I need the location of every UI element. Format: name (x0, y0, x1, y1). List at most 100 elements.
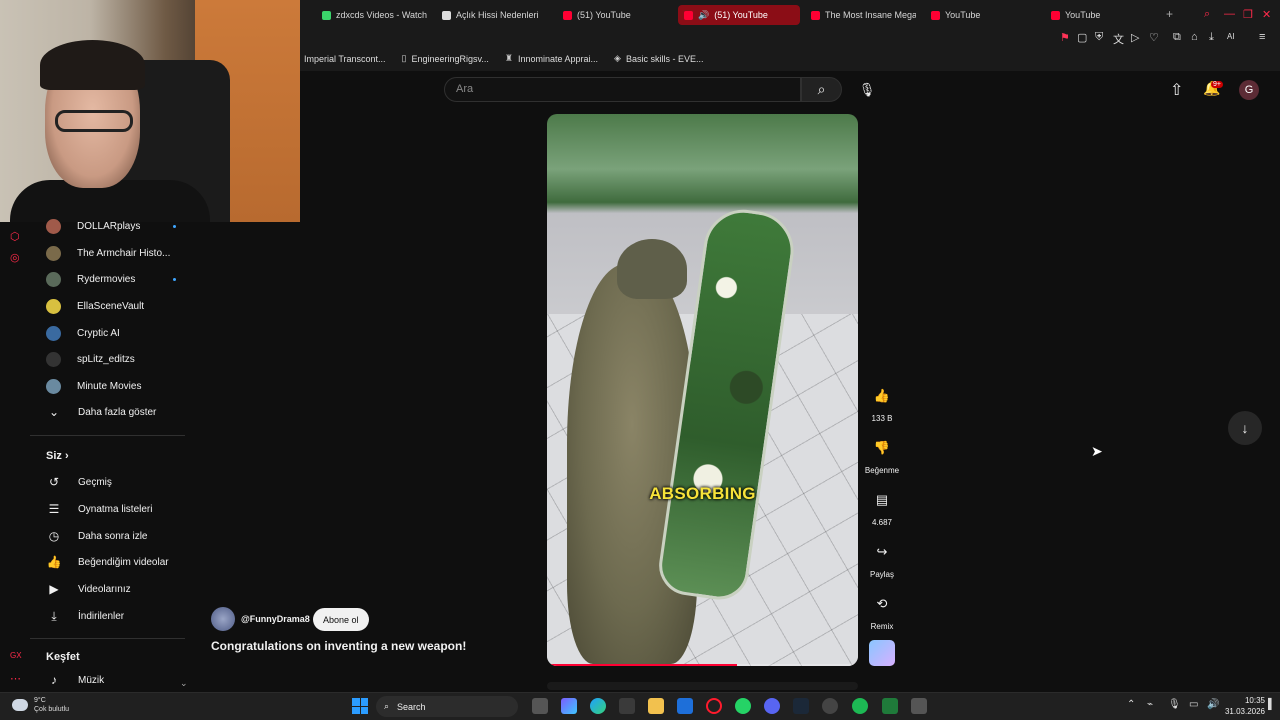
network-icon[interactable]: ⌁ (1147, 699, 1153, 710)
shorts-icon[interactable]: ⬡ (10, 230, 20, 243)
new-tab-icon[interactable]: + (1166, 7, 1173, 21)
tab-youtube-1[interactable]: (51) YouTube (563, 5, 663, 25)
sidebar-item-watch-later[interactable]: ◷ Daha sonra izle (46, 526, 176, 546)
remix-action[interactable]: ⟲ Remix (866, 589, 898, 631)
sidebar-item-label: Geçmiş (78, 476, 112, 488)
sidebar-item-subscription[interactable]: DOLLARplays (46, 216, 176, 236)
tab-youtube-2[interactable]: YouTube (931, 5, 1011, 25)
comments-action[interactable]: ▤ 4.687 (866, 485, 898, 527)
clock-date: 31.03.2026 (1224, 707, 1265, 716)
spotify-icon[interactable] (852, 698, 868, 714)
aria-ai-button[interactable]: AI (1227, 32, 1235, 41)
minimize-icon[interactable]: — (1224, 8, 1235, 20)
tab-youtube-3[interactable]: YouTube (1051, 5, 1131, 25)
store-icon[interactable] (619, 698, 635, 714)
close-icon[interactable]: ✕ (1262, 8, 1271, 21)
taskbar-search[interactable]: ⌕ Search (376, 696, 518, 717)
microphone-icon: 🎙 (858, 81, 876, 97)
sidebar-item-label: İndirilenler (78, 610, 125, 622)
search-tabs-icon[interactable]: ⌕ (1204, 8, 1210, 21)
upload-icon[interactable]: ⇧ (1170, 80, 1183, 100)
play-icon[interactable]: ▷ (1131, 31, 1139, 44)
bookmark-item[interactable]: ◈ Basic skills - EVE... (614, 53, 703, 64)
steam-icon[interactable] (793, 698, 809, 714)
sound-thumbnail[interactable] (869, 640, 895, 666)
subscribe-button[interactable]: Abone ol (313, 608, 369, 631)
remix-icon[interactable]: ⟲ (867, 589, 897, 619)
screenshot-icon[interactable]: ▢ (1077, 31, 1087, 44)
account-avatar[interactable]: G (1239, 80, 1259, 100)
sidebar-item-subscription[interactable]: The Armchair Histo... (46, 243, 176, 263)
more-icon[interactable]: ⋯ (10, 672, 21, 685)
voice-search-button[interactable]: 🎙 (853, 77, 881, 102)
heart-icon[interactable]: ♡ (1149, 31, 1159, 44)
like-action[interactable]: 👍 133 B (866, 381, 898, 423)
notifications-icon[interactable]: ▌ (1268, 699, 1275, 710)
opera-gx-icon[interactable] (706, 698, 722, 714)
sidebar-item-subscription[interactable]: Cryptic AI (46, 323, 176, 343)
tab-zdxcds[interactable]: zdxcds Videos - Watch (322, 5, 432, 25)
edge-icon[interactable] (590, 698, 606, 714)
sidebar-item-subscription[interactable]: Rydermovies (46, 269, 176, 289)
thumbs-up-icon[interactable]: 👍 (867, 381, 897, 411)
sidebar-item-music[interactable]: ♪ Müzik (46, 670, 176, 690)
outlook-icon[interactable] (677, 698, 693, 714)
show-more-button[interactable]: ⌄ Daha fazla göster (46, 402, 176, 422)
next-video-button[interactable]: ↓ (1228, 411, 1262, 445)
wallet-icon[interactable]: ⌂ (1191, 31, 1198, 43)
scroll-down-icon[interactable]: ⌄ (180, 678, 188, 689)
sidebar-item-liked-videos[interactable]: 👍 Beğendiğim videolar (46, 552, 176, 572)
translate-icon[interactable]: 文 (1113, 31, 1124, 47)
sidebar-item-subscription[interactable]: spLitz_editzs (46, 349, 176, 369)
dislike-action[interactable]: 👎 Beğenme (865, 433, 899, 475)
share-icon[interactable]: ↪ (867, 537, 897, 567)
bookmark-item[interactable]: Imperial Transcont... (304, 54, 386, 64)
display-icon[interactable]: ▭ (1189, 699, 1198, 710)
channel-avatar[interactable] (211, 607, 235, 631)
thumbs-down-icon[interactable]: 👎 (867, 433, 897, 463)
microphone-icon[interactable]: 🎙 (1168, 699, 1181, 710)
weather-widget[interactable]: 9°C Çok bulutlu (12, 696, 69, 714)
subscriptions-icon[interactable]: ◎ (10, 251, 20, 264)
bookmark-item[interactable]: ♜ Innominate Apprai... (505, 53, 598, 64)
tab-aclik[interactable]: Açlık Hissi Nedenleri (442, 5, 552, 25)
search-button[interactable]: ⌕ (801, 77, 842, 102)
menu-icon[interactable]: ≡ (1259, 31, 1265, 43)
comment-icon[interactable]: ▤ (867, 485, 897, 515)
video-title[interactable]: Congratulations on inventing a new weapo… (211, 639, 466, 653)
task-view-icon[interactable] (532, 698, 548, 714)
whatsapp-icon[interactable] (735, 698, 751, 714)
sidebar-item-subscription[interactable]: EllaSceneVault (46, 296, 176, 316)
copilot-icon[interactable] (561, 698, 577, 714)
shorts-video-player[interactable]: ABSORBING (547, 114, 858, 666)
channel-name[interactable]: @FunnyDrama8 (241, 614, 310, 624)
discord-icon[interactable] (764, 698, 780, 714)
you-section-header[interactable]: Siz › (46, 450, 69, 462)
sidebar-item-subscription[interactable]: Minute Movies (46, 376, 176, 396)
extensions-icon[interactable]: ⧉ (1173, 31, 1181, 44)
search-input[interactable]: Ara (444, 77, 801, 102)
sidebar-item-history[interactable]: ↺ Geçmiş (46, 472, 176, 492)
sidebar-item-your-videos[interactable]: ▶ Videolarınız (46, 579, 176, 599)
shield-icon[interactable]: ⛨ (1095, 31, 1103, 44)
bookmark-item[interactable]: ▯ EngineeringRigsv... (402, 53, 489, 64)
system-clock[interactable]: 10:35 31.03.2026 (1200, 695, 1265, 717)
download-icon[interactable]: ⤓ (1209, 31, 1214, 44)
windows-start-icon[interactable] (352, 698, 368, 714)
sidebar-item-playlists[interactable]: ☰ Oynatma listeleri (46, 499, 176, 519)
tab-most-insane[interactable]: The Most Insane Mega (811, 5, 916, 25)
app-icon[interactable] (911, 698, 927, 714)
tray-overflow-icon[interactable]: ⌃ (1127, 699, 1135, 710)
share-action[interactable]: ↪ Paylaş (866, 537, 898, 579)
sidebar-item-downloads[interactable]: ⤓ İndirilenler (46, 606, 176, 626)
bookmark-icon[interactable]: ⚑ (1060, 31, 1070, 44)
excel-icon[interactable] (882, 698, 898, 714)
file-explorer-icon[interactable] (648, 698, 664, 714)
video-progress-bar[interactable] (547, 664, 858, 666)
rail-extra-icon[interactable]: GX (10, 651, 22, 660)
maximize-icon[interactable]: ❐ (1243, 8, 1253, 21)
speaker-icon[interactable]: 🔊 (698, 10, 709, 21)
tab-youtube-active[interactable]: 🔊 (51) YouTube (678, 5, 800, 25)
settings-gear-icon[interactable] (822, 698, 838, 714)
taskbar-search-label: Search (397, 701, 426, 712)
